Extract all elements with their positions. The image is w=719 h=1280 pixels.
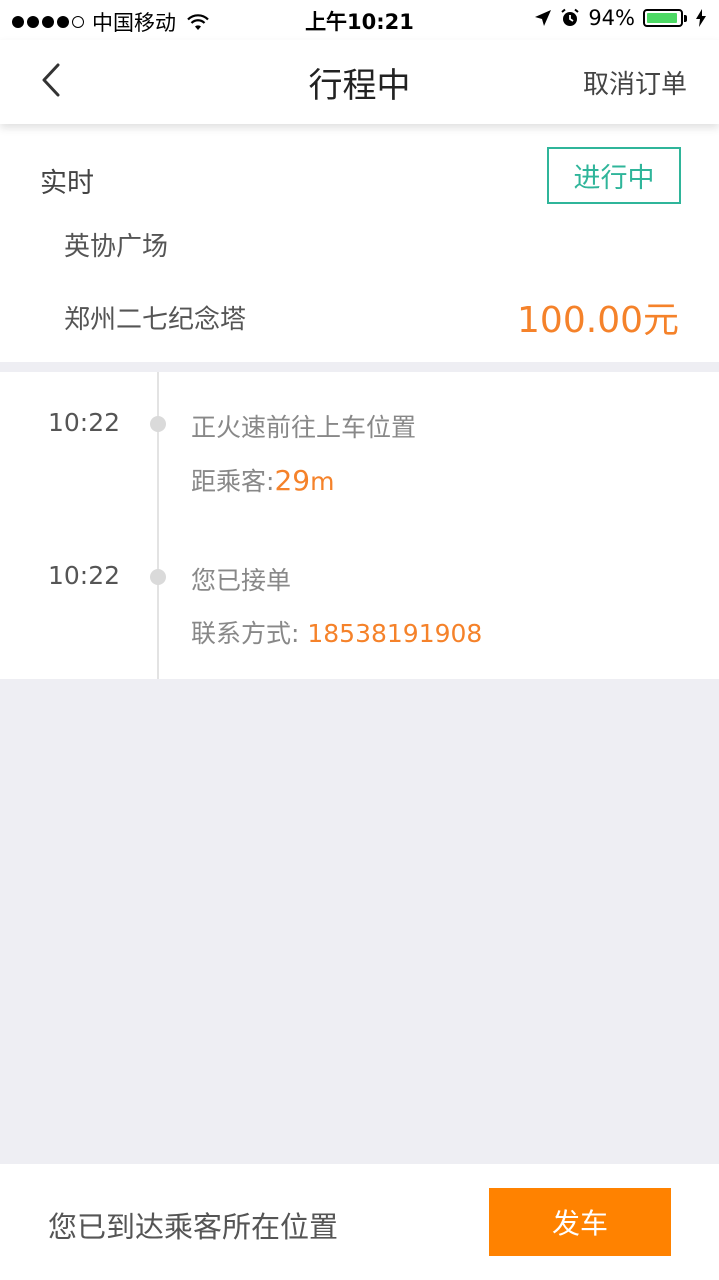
distance-unit: m bbox=[310, 467, 335, 496]
timeline-dot-icon bbox=[150, 569, 166, 585]
order-type-label: 实时 bbox=[40, 168, 94, 199]
contact-phone-link[interactable]: 18538191908 bbox=[307, 619, 482, 648]
order-card: 实时 进行中 英协广场 郑州二七纪念塔 100.00元 bbox=[0, 124, 719, 362]
arrival-message: 您已到达乘客所在位置 bbox=[48, 1210, 339, 1244]
battery-icon bbox=[643, 9, 687, 27]
alarm-icon bbox=[561, 8, 579, 26]
cancel-order-button[interactable]: 取消订单 bbox=[583, 64, 687, 101]
status-badge: 进行中 bbox=[547, 147, 681, 204]
status-bar: 中国移动 上午10:21 94% bbox=[0, 0, 719, 40]
distance-value: 29 bbox=[274, 464, 311, 497]
battery-percent: 94% bbox=[588, 6, 635, 30]
depart-button[interactable]: 发车 bbox=[489, 1188, 671, 1256]
nav-bar: 行程中 取消订单 bbox=[0, 40, 719, 124]
timeline-time: 10:22 bbox=[48, 561, 121, 590]
distance-label: 距乘客: bbox=[191, 467, 275, 496]
destination-location: 郑州二七纪念塔 bbox=[64, 305, 247, 335]
timeline-dot-icon bbox=[150, 416, 166, 432]
timeline-detail: 距乘客:29m bbox=[191, 462, 334, 498]
timeline-time: 10:22 bbox=[48, 408, 121, 437]
origin-location: 英协广场 bbox=[64, 232, 169, 262]
order-price: 100.00元 bbox=[517, 300, 679, 341]
timeline-detail: 联系方式: 18538191908 bbox=[191, 614, 482, 650]
bottom-action-bar: 您已到达乘客所在位置 发车 bbox=[0, 1164, 719, 1280]
charging-icon bbox=[696, 9, 706, 27]
status-right: 94% bbox=[534, 6, 707, 30]
timeline-title: 您已接单 bbox=[191, 566, 292, 595]
trip-timeline: 10:22 正火速前往上车位置 距乘客:29m 10:22 您已接单 联系方式:… bbox=[0, 372, 719, 679]
contact-label: 联系方式: bbox=[191, 619, 308, 648]
location-arrow-icon bbox=[535, 10, 552, 26]
timeline-title: 正火速前往上车位置 bbox=[191, 413, 417, 442]
